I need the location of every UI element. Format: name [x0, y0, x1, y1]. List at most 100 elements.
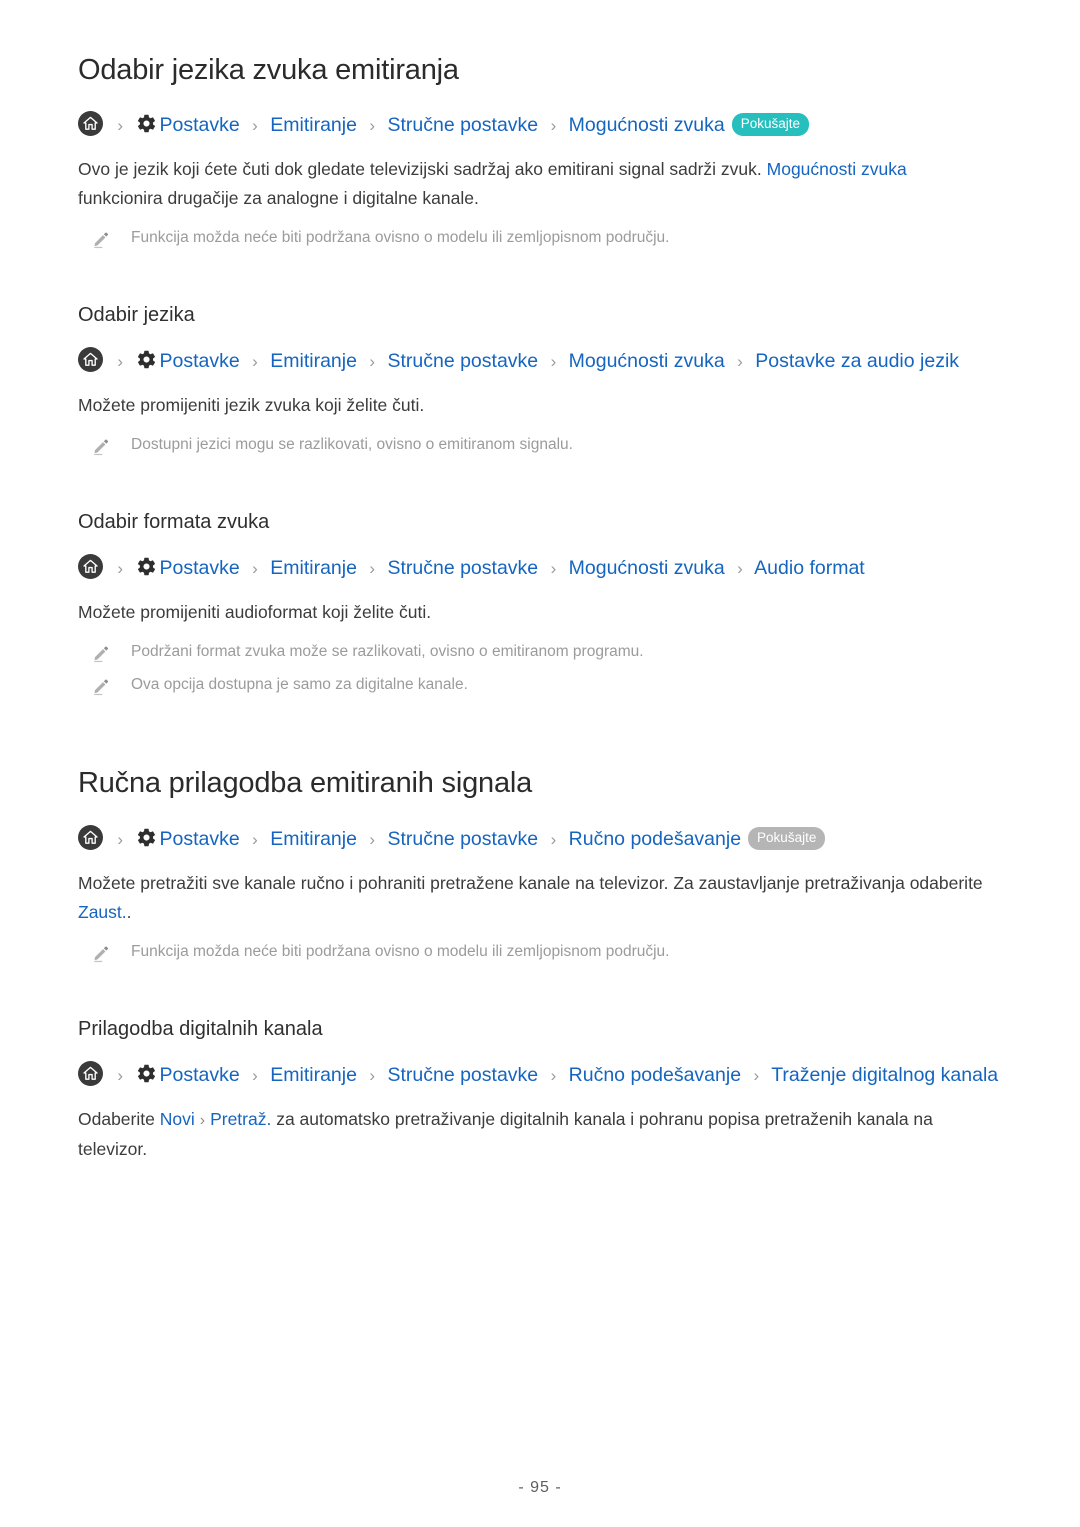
breadcrumb-separator: ›: [550, 559, 557, 579]
breadcrumb-crumb[interactable]: Audio format: [754, 557, 865, 579]
breadcrumb-crumb[interactable]: Mogućnosti zvuka: [569, 350, 725, 372]
description-text-cont: funkcionira drugačije za analogne i digi…: [78, 188, 479, 209]
breadcrumb-separator: ›: [550, 1065, 557, 1085]
section-description: Ovo je jezik koji ćete čuti dok gledate …: [78, 155, 983, 213]
breadcrumb-separator: ›: [369, 116, 376, 136]
section-heading: Odabir jezika: [78, 304, 195, 327]
breadcrumb-separator: ›: [369, 1065, 376, 1085]
breadcrumb-separator: ›: [737, 559, 743, 579]
pencil-icon: [92, 644, 111, 664]
gear-icon[interactable]: [136, 349, 157, 370]
breadcrumb-separator: ›: [550, 829, 557, 849]
breadcrumb-separator: ›: [117, 116, 124, 136]
breadcrumb-crumb[interactable]: Ručno podešavanje: [569, 1064, 741, 1086]
try-it-badge[interactable]: Pokušajte: [731, 113, 810, 137]
pencil-icon: [92, 437, 111, 457]
document-page: Odabir jezika zvuka emitiranja › Postavk…: [0, 0, 1080, 1527]
breadcrumb-separator: ›: [117, 829, 124, 849]
section-odabir-formata-zvuka: Odabir formata zvuka › Postavke › Emitir…: [78, 509, 1002, 697]
section-rucna-prilagodba-emitiranih-signala: Ručna prilagodba emitiranih signala › Po…: [78, 765, 1002, 963]
breadcrumb-separator: ›: [252, 1065, 258, 1085]
section-odabir-jezika: Odabir jezika › Postavke › Emitiranje › …: [78, 302, 1002, 457]
inline-link[interactable]: Mogućnosti zvuka: [767, 159, 907, 179]
section-heading: Odabir formata zvuka: [78, 511, 270, 534]
note-item: Funkcija možda neće biti podržana ovisno…: [78, 225, 1002, 250]
breadcrumb-separator: ›: [252, 559, 258, 579]
breadcrumb-separator: ›: [252, 352, 258, 372]
section-prilagodba-digitalnih-kanala: Prilagodba digitalnih kanala › Postavke …: [78, 1016, 1002, 1164]
section-description: Možete promijeniti jezik zvuka koji želi…: [78, 391, 983, 420]
breadcrumb-separator: ›: [550, 352, 557, 372]
note-text: Podržani format zvuka može se razlikovat…: [131, 643, 644, 661]
breadcrumb: › Postavke › Emitiranje › Stručne postav…: [78, 110, 1002, 141]
home-icon[interactable]: [78, 347, 103, 373]
breadcrumb-crumb[interactable]: Emitiranje: [270, 1064, 357, 1086]
description-text: Možete promijeniti jezik zvuka koji želi…: [78, 395, 425, 416]
breadcrumb-separator: ›: [550, 116, 557, 136]
breadcrumb-separator: ›: [369, 559, 376, 579]
breadcrumb-crumb[interactable]: Stručne postavke: [387, 350, 538, 372]
try-it-badge[interactable]: Pokušajte: [748, 826, 826, 850]
breadcrumb-crumb[interactable]: Stručne postavke: [387, 1064, 538, 1086]
breadcrumb-crumb[interactable]: Postavke: [160, 828, 240, 850]
breadcrumb-separator: ›: [369, 829, 376, 849]
breadcrumb-separator: ›: [369, 352, 376, 372]
note-text: Ova opcija dostupna je samo za digitalne…: [131, 676, 468, 694]
note-item: Podržani format zvuka može se razlikovat…: [78, 639, 1002, 664]
inline-link[interactable]: Zaust.: [78, 902, 127, 922]
home-icon[interactable]: [78, 1060, 103, 1086]
gear-icon[interactable]: [136, 556, 157, 577]
breadcrumb: › Postavke › Emitiranje › Stručne postav…: [78, 824, 1002, 855]
breadcrumb: › Postavke › Emitiranje › Stručne postav…: [78, 1060, 1002, 1091]
section-heading: Prilagodba digitalnih kanala: [78, 1017, 323, 1040]
pencil-icon: [92, 230, 111, 250]
note-item: Dostupni jezici mogu se razlikovati, ovi…: [78, 432, 1002, 457]
home-icon[interactable]: [78, 554, 103, 580]
gear-icon[interactable]: [136, 827, 157, 848]
breadcrumb-crumb[interactable]: Stručne postavke: [387, 828, 538, 850]
breadcrumb-separator: ›: [117, 559, 124, 579]
breadcrumb-crumb[interactable]: Mogućnosti zvuka: [569, 557, 725, 579]
breadcrumb-crumb[interactable]: Postavke: [160, 350, 240, 372]
breadcrumb-separator: ›: [252, 829, 258, 849]
page-title: Ručna prilagodba emitiranih signala: [78, 767, 533, 800]
breadcrumb-crumb[interactable]: Emitiranje: [270, 350, 357, 372]
breadcrumb-crumb[interactable]: Mogućnosti zvuka: [569, 114, 725, 136]
breadcrumb-crumb[interactable]: Postavke: [160, 114, 240, 136]
breadcrumb-crumb[interactable]: Traženje digitalnog kanala: [771, 1064, 998, 1086]
section-description: Odaberite Novi › Pretraž. za automatsko pr…: [78, 1105, 983, 1164]
breadcrumb-crumb[interactable]: Postavke za audio jezik: [755, 350, 959, 372]
breadcrumb-crumb[interactable]: Postavke: [160, 557, 240, 579]
description-text: Možete pretražiti sve kanale ručno i poh…: [78, 872, 983, 893]
breadcrumb-crumb[interactable]: Stručne postavke: [387, 557, 538, 579]
note-text: Funkcija možda neće biti podržana ovisno…: [131, 229, 670, 247]
breadcrumb-separator: ›: [117, 1065, 124, 1085]
inline-separator: ›: [199, 1111, 206, 1129]
breadcrumb-crumb[interactable]: Postavke: [160, 1064, 240, 1086]
section-odabir-jezika-zvuka-emitiranja: Odabir jezika zvuka emitiranja › Postavk…: [78, 52, 1002, 250]
section-description: Možete pretražiti sve kanale ručno i poh…: [78, 869, 983, 927]
breadcrumb-crumb[interactable]: Ručno podešavanje: [569, 828, 741, 850]
gear-icon[interactable]: [136, 113, 157, 134]
home-icon[interactable]: [78, 824, 103, 850]
page-title: Odabir jezika zvuka emitiranja: [78, 54, 459, 86]
breadcrumb-crumb[interactable]: Emitiranje: [270, 828, 357, 850]
pencil-icon: [92, 944, 111, 964]
breadcrumb-separator: ›: [252, 116, 258, 136]
description-text: Odaberite: [78, 1108, 160, 1129]
gear-icon[interactable]: [136, 1063, 157, 1084]
inline-link[interactable]: Novi: [160, 1109, 195, 1129]
breadcrumb: › Postavke › Emitiranje › Stručne postav…: [78, 553, 1002, 584]
description-text: Ovo je jezik koji ćete čuti dok gledate …: [78, 159, 767, 180]
breadcrumb-crumb[interactable]: Emitiranje: [270, 557, 357, 579]
breadcrumb-crumb[interactable]: Emitiranje: [270, 114, 357, 136]
home-icon[interactable]: [78, 111, 103, 137]
inline-link[interactable]: Pretraž.: [210, 1109, 271, 1129]
breadcrumb: › Postavke › Emitiranje › Stručne postav…: [78, 346, 1002, 377]
breadcrumb-crumb[interactable]: Stručne postavke: [387, 114, 538, 136]
note-text: Dostupni jezici mogu se razlikovati, ovi…: [131, 436, 573, 454]
